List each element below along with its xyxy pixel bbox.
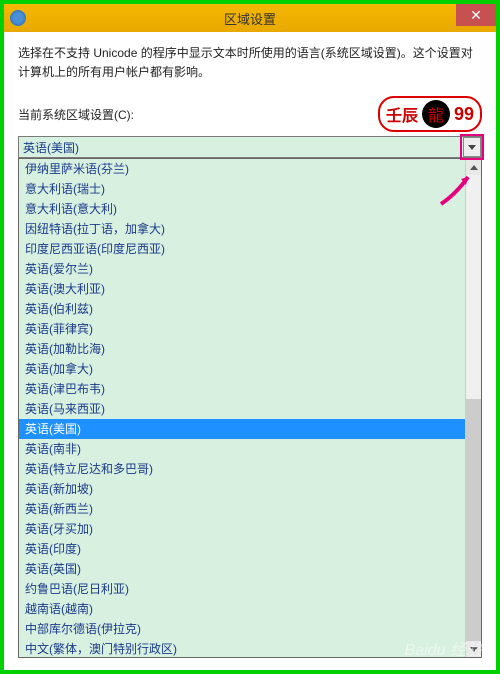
chevron-down-icon	[468, 145, 476, 150]
scrollbar[interactable]	[465, 159, 481, 657]
description-text: 选择在不支持 Unicode 的程序中显示文本时所使用的语言(系统区域设置)。这…	[18, 44, 482, 82]
titlebar: 区域设置 ✕	[4, 4, 496, 32]
watermark-badge: 壬辰 龍 99	[378, 96, 482, 132]
list-item[interactable]: 意大利语(瑞士)	[19, 179, 465, 199]
chevron-up-icon	[470, 165, 478, 170]
list-item[interactable]: 中部库尔德语(伊拉克)	[19, 619, 465, 639]
list-item[interactable]: 因纽特语(拉丁语，加拿大)	[19, 219, 465, 239]
list-item[interactable]: 英语(菲律宾)	[19, 319, 465, 339]
list-item[interactable]: 英语(美国)	[19, 419, 465, 439]
list-item[interactable]: 英语(新加坡)	[19, 479, 465, 499]
list-item[interactable]: 约鲁巴语(尼日利亚)	[19, 579, 465, 599]
scroll-track[interactable]	[466, 175, 481, 641]
list-item[interactable]: 英语(伯利兹)	[19, 299, 465, 319]
list-item[interactable]: 英语(津巴布韦)	[19, 379, 465, 399]
badge-number: 99	[454, 104, 474, 125]
globe-icon	[10, 10, 26, 26]
list-item[interactable]: 越南语(越南)	[19, 599, 465, 619]
scroll-up-button[interactable]	[466, 159, 481, 175]
dropdown-list: 伊纳里萨米语(芬兰)意大利语(瑞士)意大利语(意大利)因纽特语(拉丁语，加拿大)…	[18, 158, 482, 658]
badge-left: 壬辰	[386, 102, 418, 126]
list-item[interactable]: 意大利语(意大利)	[19, 199, 465, 219]
dropdown-button[interactable]	[463, 137, 481, 157]
list-item[interactable]: 英语(特立尼达和多巴哥)	[19, 459, 465, 479]
list-item[interactable]: 中文(繁体，澳门特别行政区)	[19, 639, 465, 657]
scroll-down-button[interactable]	[466, 641, 481, 657]
list-item[interactable]: 英语(马来西亚)	[19, 399, 465, 419]
window-title: 区域设置	[224, 9, 276, 28]
list-item[interactable]: 英语(印度)	[19, 539, 465, 559]
list-item[interactable]: 英语(爱尔兰)	[19, 259, 465, 279]
close-button[interactable]: ✕	[456, 4, 496, 26]
list-item[interactable]: 英语(新西兰)	[19, 499, 465, 519]
list-item[interactable]: 英语(加拿大)	[19, 359, 465, 379]
locale-combobox[interactable]: 英语(美国)	[18, 136, 482, 158]
list-item[interactable]: 英语(南非)	[19, 439, 465, 459]
scroll-thumb[interactable]	[466, 399, 481, 641]
list-item[interactable]: 英语(牙买加)	[19, 519, 465, 539]
list-item[interactable]: 英语(英国)	[19, 559, 465, 579]
locale-label: 当前系统区域设置(C):	[18, 106, 134, 123]
combobox-value: 英语(美国)	[23, 139, 79, 156]
chevron-down-icon	[470, 647, 478, 652]
badge-circle: 龍	[422, 100, 450, 128]
dragon-icon: 龍	[428, 102, 444, 126]
list-item[interactable]: 伊纳里萨米语(芬兰)	[19, 159, 465, 179]
list-item[interactable]: 印度尼西亚语(印度尼西亚)	[19, 239, 465, 259]
list-item[interactable]: 英语(加勒比海)	[19, 339, 465, 359]
list-item[interactable]: 英语(澳大利亚)	[19, 279, 465, 299]
